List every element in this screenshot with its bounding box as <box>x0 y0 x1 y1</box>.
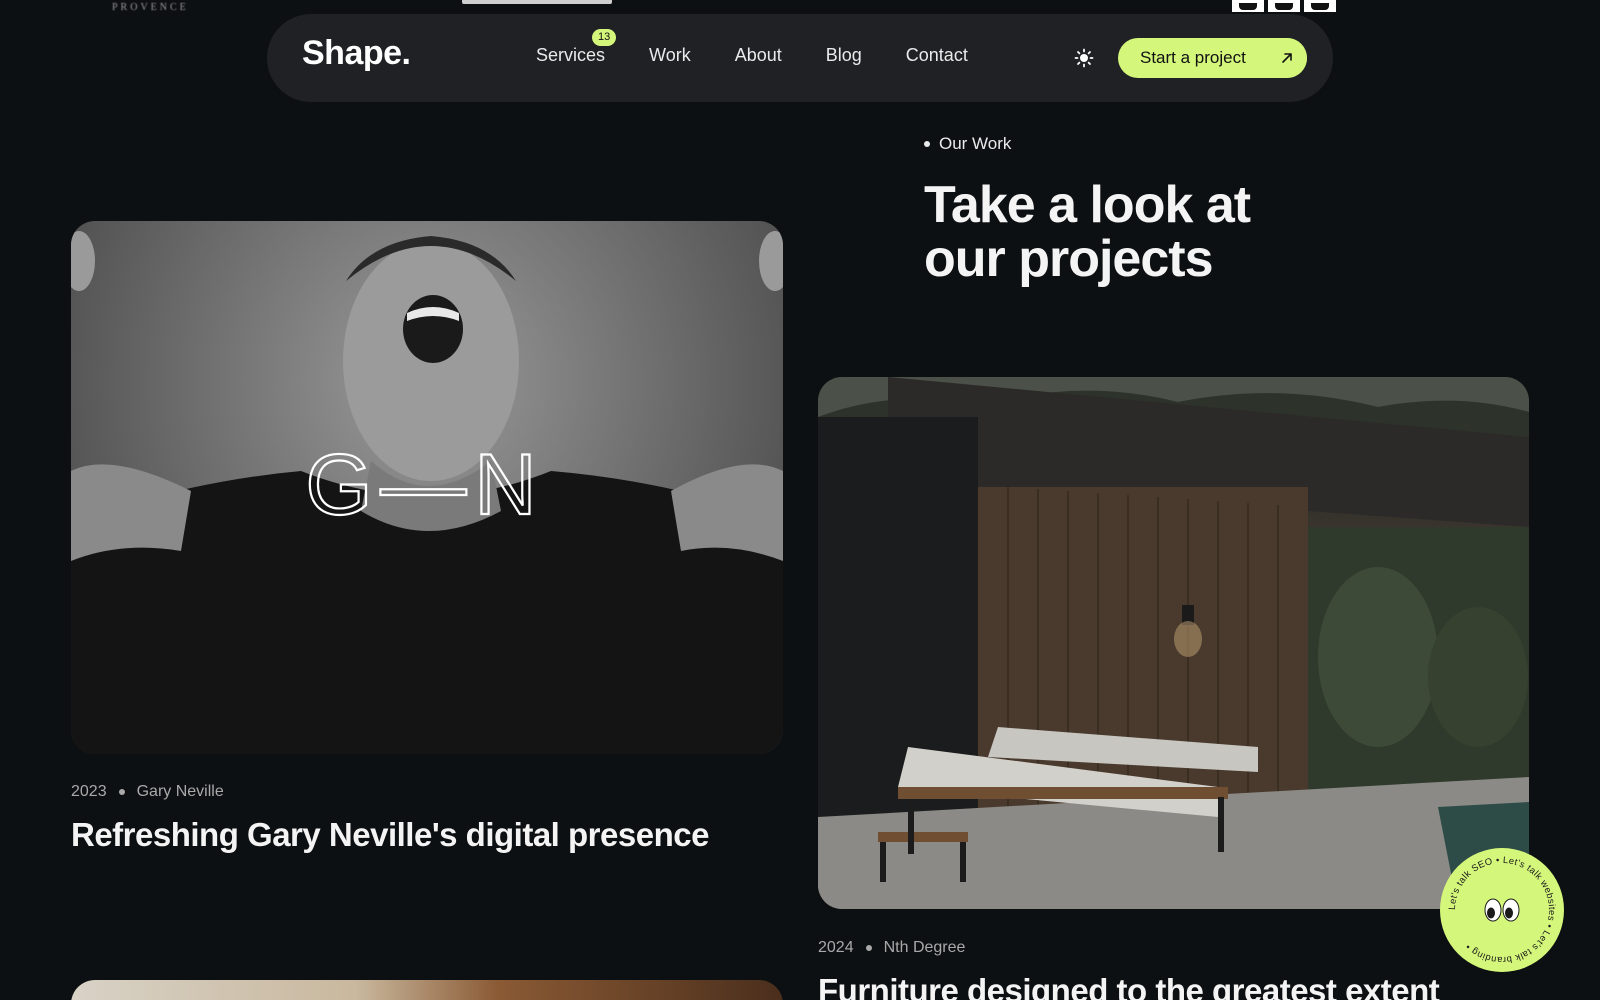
eyebrow-label: Our Work <box>939 134 1012 153</box>
main-nav: Shape. Services 13 Work About Blog Conta… <box>267 14 1333 102</box>
brand-logo[interactable]: Shape. <box>302 34 411 73</box>
nav-item-work[interactable]: Work <box>649 45 691 66</box>
project-meta: 2023 Gary Neville <box>71 783 224 801</box>
project-image-next[interactable] <box>71 980 783 1000</box>
project-meta: 2024 Nth Degree <box>818 939 965 957</box>
section-eyebrow: Our Work <box>924 134 1011 154</box>
section-heading: Take a look at our projects <box>924 178 1484 286</box>
nav-item-blog[interactable]: Blog <box>826 45 862 66</box>
nav-menu: Services 13 Work About Blog Contact <box>536 29 1012 66</box>
start-project-button[interactable]: Start a project <box>1118 38 1307 78</box>
bullet-dot-icon <box>865 945 872 951</box>
project-year: 2023 <box>71 783 107 800</box>
nav-item-label: Work <box>649 45 691 65</box>
nav-item-label: Blog <box>825 45 862 65</box>
project-title[interactable]: Refreshing Gary Neville's digital presen… <box>71 816 709 854</box>
nav-item-label: Contact <box>905 45 968 65</box>
client-logo <box>462 0 612 4</box>
rotating-text-ring: Let's talk SEO • Let's talk websites • L… <box>1446 854 1558 966</box>
eyes-icon <box>1484 898 1520 922</box>
project-client: Nth Degree <box>883 939 966 956</box>
portrait-photo: G—N <box>71 231 783 754</box>
nav-item-contact[interactable]: Contact <box>906 45 968 66</box>
svg-text:Let's talk SEO • Let's talk we: Let's talk SEO • Let's talk websites • L… <box>1446 854 1558 966</box>
bullet-dot-icon <box>924 141 930 147</box>
nav-item-services[interactable]: Services 13 <box>536 29 617 66</box>
patio-photo <box>818 377 1529 909</box>
bullet-dot-icon <box>118 789 125 795</box>
heading-line-2: our projects <box>924 230 1213 288</box>
project-year: 2024 <box>818 939 854 956</box>
project-image-nth-degree[interactable] <box>818 377 1529 909</box>
nav-item-about[interactable]: About <box>735 45 782 66</box>
theme-toggle-button[interactable] <box>1073 47 1095 69</box>
nav-item-label: Services <box>536 45 606 65</box>
heading-line-1: Take a look at <box>924 176 1251 234</box>
project-image-gary-neville[interactable]: G—N <box>71 221 783 754</box>
provence-logo: PROVENCE <box>112 2 189 13</box>
start-project-label: Start a project <box>1140 48 1246 67</box>
gn-overlay-text: G—N <box>306 437 545 533</box>
client-logo-strip: PROVENCE <box>0 0 1600 14</box>
sun-icon <box>1074 48 1094 68</box>
project-title[interactable]: Furniture designed to the greatest exten… <box>818 972 1440 1000</box>
arrow-up-right-icon <box>1267 38 1307 78</box>
services-count-badge: 13 <box>592 29 617 46</box>
nav-item-label: About <box>734 45 782 65</box>
lets-talk-badge[interactable]: Let's talk SEO • Let's talk websites • L… <box>1440 848 1564 972</box>
project-client: Gary Neville <box>136 783 224 800</box>
ring-text: Let's talk SEO • Let's talk websites • L… <box>1446 854 1558 966</box>
bbc-logo <box>1232 0 1336 12</box>
